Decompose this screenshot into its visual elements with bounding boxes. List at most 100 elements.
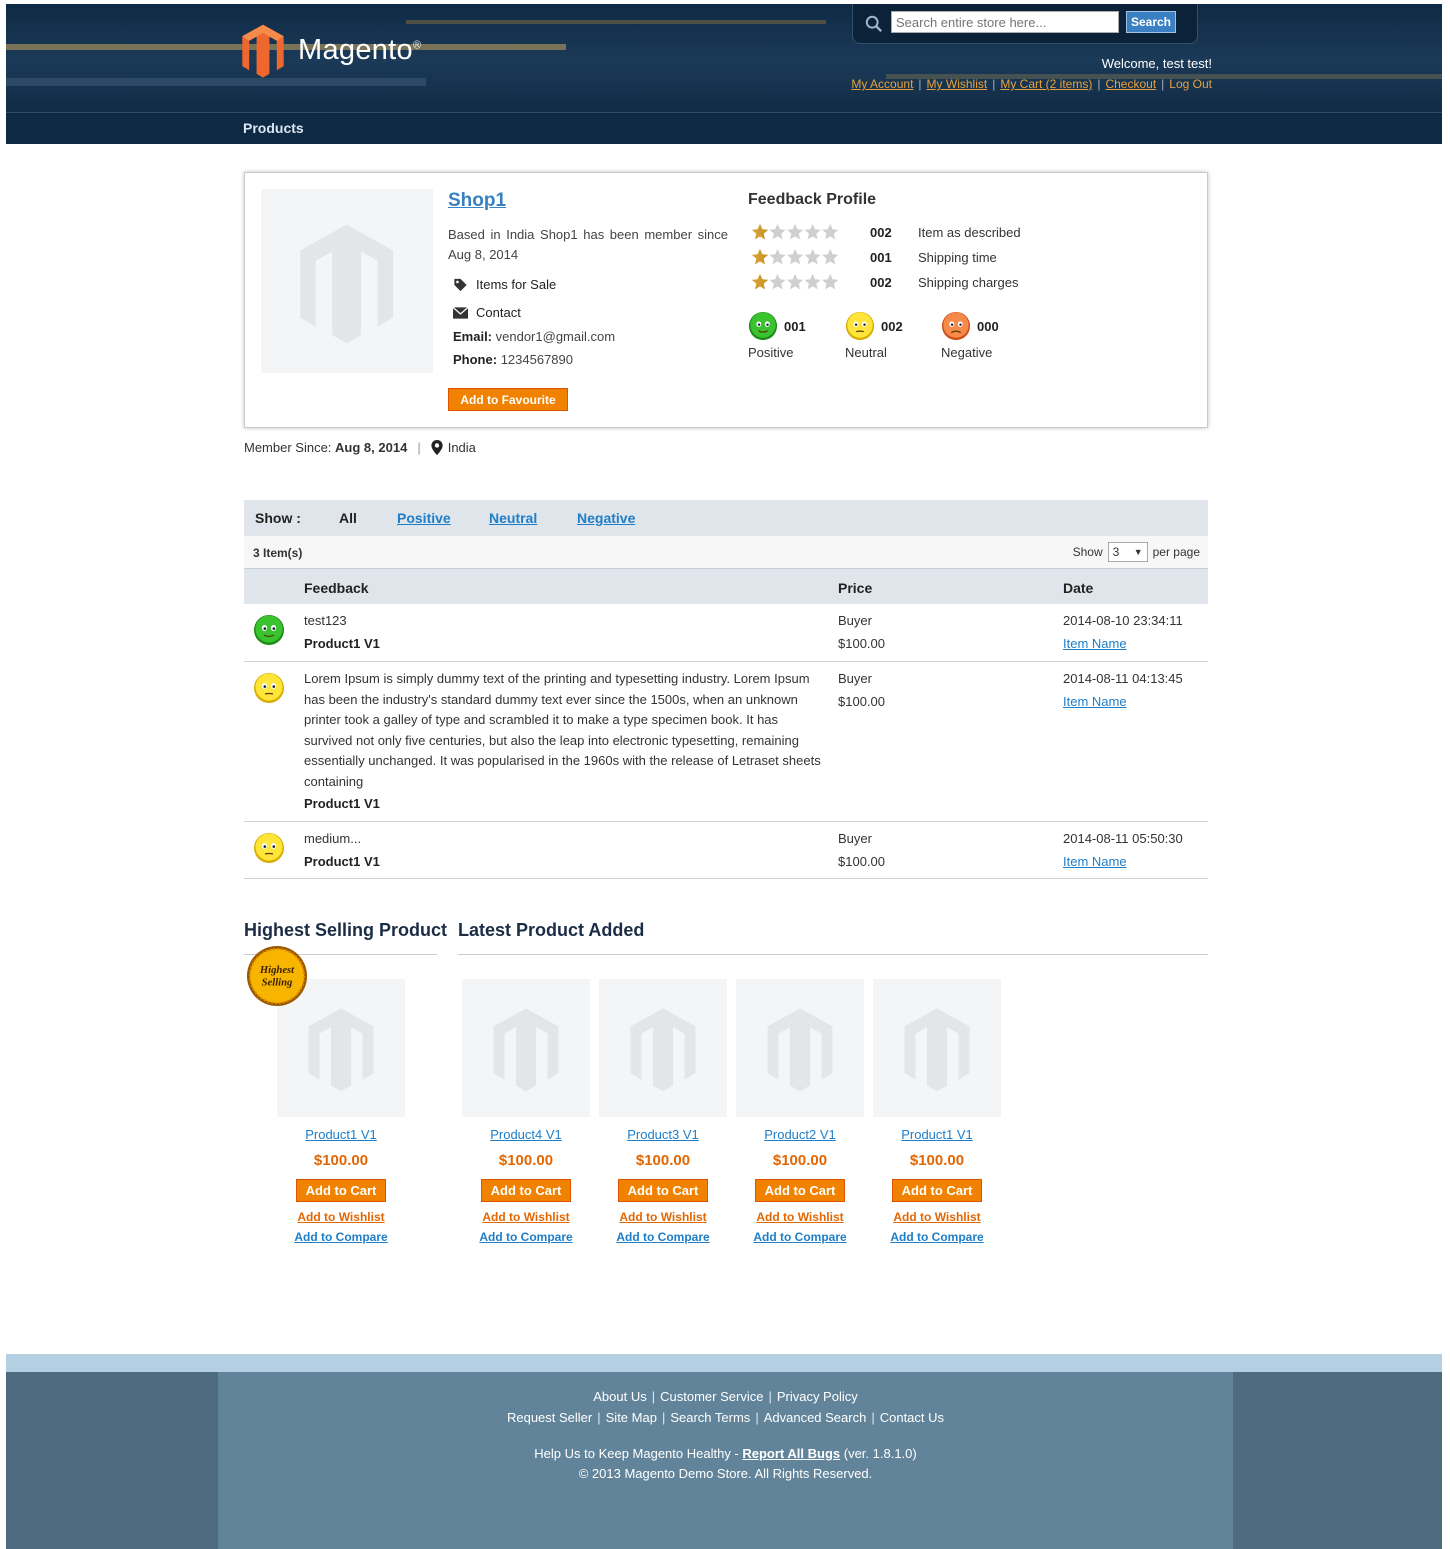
footer-link[interactable]: Advanced Search <box>764 1410 867 1425</box>
feedback-price: Buyer $100.00 <box>838 667 885 713</box>
rating-row: 002 Item as described <box>748 223 1021 241</box>
rating-row: 001 Shipping time <box>748 248 997 266</box>
neutral-face-icon <box>254 673 284 703</box>
logo-text: Magento® <box>298 33 422 66</box>
product-name-link[interactable]: Product1 V1 <box>873 1127 1001 1142</box>
add-to-compare-link[interactable]: Add to Compare <box>736 1230 864 1244</box>
item-name-link[interactable]: Item Name <box>1063 636 1127 651</box>
per-page-value: 3 <box>1112 545 1120 559</box>
product-price: $100.00 <box>635 1152 691 1169</box>
logo[interactable]: Magento® <box>240 22 421 78</box>
star-icon <box>787 223 804 240</box>
product-name-link[interactable]: Product3 V1 <box>599 1127 727 1142</box>
star-rating <box>751 223 839 240</box>
product-image[interactable] <box>462 979 590 1117</box>
footer-links-row1: About Us | Customer Service | Privacy Policy <box>593 1389 858 1404</box>
feedback-date-value: 2014-08-11 05:50:30 <box>1063 831 1183 846</box>
add-to-wishlist-link[interactable]: Add to Wishlist <box>277 1210 405 1224</box>
product-name-link[interactable]: Product1 V1 <box>277 1127 405 1142</box>
items-for-sale-link[interactable]: Items for Sale <box>453 277 556 292</box>
per-page-show-label: Show <box>1072 545 1103 559</box>
add-to-compare-link[interactable]: Add to Compare <box>277 1230 405 1244</box>
product-price: $100.00 <box>498 1152 554 1169</box>
feedback-summary-negative: 000 Negative <box>941 311 1031 360</box>
log-out-link[interactable]: Log Out <box>1169 77 1212 91</box>
nav-bar <box>6 112 1442 144</box>
happy-face-icon <box>254 615 284 645</box>
add-to-wishlist-link[interactable]: Add to Wishlist <box>873 1210 1001 1224</box>
shop-name-link[interactable]: Shop1 <box>448 190 506 212</box>
member-since: Member Since: Aug 8, 2014 | India <box>244 440 476 455</box>
feedback-comment: test123 <box>304 613 347 628</box>
report-bugs-link[interactable]: Report All Bugs <box>742 1446 840 1461</box>
feedback-price-value: $100.00 <box>838 636 885 651</box>
location-pin-icon <box>431 440 443 455</box>
add-to-compare-link[interactable]: Add to Compare <box>599 1230 727 1244</box>
add-to-cart-button[interactable]: Add to Cart <box>296 1179 386 1202</box>
add-to-wishlist-link[interactable]: Add to Wishlist <box>599 1210 727 1224</box>
shop-description: Based in India Shop1 has been member sin… <box>448 227 728 262</box>
footer-link[interactable]: Customer Service <box>660 1389 763 1404</box>
checkout-link[interactable]: Checkout <box>1105 77 1156 91</box>
filter-all[interactable]: All <box>339 510 357 526</box>
add-to-compare-link[interactable]: Add to Compare <box>873 1230 1001 1244</box>
pager-row: 3 Item(s) Show 3 ▼ per page <box>244 536 1208 568</box>
footer-link[interactable]: About Us <box>593 1389 646 1404</box>
my-cart-link[interactable]: My Cart (2 items) <box>1000 77 1092 91</box>
add-to-favourite-button[interactable]: Add to Favourite <box>448 388 568 411</box>
divider <box>458 954 1208 955</box>
star-icon <box>822 223 839 240</box>
account-links: My Account | My Wishlist | My Cart (2 items)… <box>851 77 1212 91</box>
star-fill-icon <box>751 223 769 240</box>
add-to-cart-button[interactable]: Add to Cart <box>481 1179 571 1202</box>
product-name-link[interactable]: Product2 V1 <box>736 1127 864 1142</box>
product-image[interactable] <box>599 979 727 1117</box>
shop-phone: Phone: 1234567890 <box>453 352 573 367</box>
add-to-wishlist-link[interactable]: Add to Wishlist <box>462 1210 590 1224</box>
latest-product-title: Latest Product Added <box>458 920 645 940</box>
filter-positive[interactable]: Positive <box>397 510 451 526</box>
search-button[interactable]: Search <box>1126 11 1176 33</box>
add-to-compare-link[interactable]: Add to Compare <box>462 1230 590 1244</box>
per-page-label: per page <box>1152 545 1200 559</box>
item-name-link[interactable]: Item Name <box>1063 854 1127 869</box>
highest-selling-badge: Highest Selling <box>246 945 308 1007</box>
feedback-role: Buyer <box>838 831 872 846</box>
badge-line2: Selling <box>262 978 293 989</box>
add-to-cart-button[interactable]: Add to Cart <box>618 1179 708 1202</box>
add-to-cart-button[interactable]: Add to Cart <box>755 1179 845 1202</box>
product-image[interactable] <box>873 979 1001 1117</box>
product-price: $100.00 <box>909 1152 965 1169</box>
feedback-date-value: 2014-08-11 04:13:45 <box>1063 671 1183 686</box>
footer-link[interactable]: Search Terms <box>670 1410 750 1425</box>
add-to-wishlist-link[interactable]: Add to Wishlist <box>736 1210 864 1224</box>
summary-label: Negative <box>941 345 993 360</box>
rating-label: Item as described <box>918 224 1021 240</box>
per-page-select[interactable]: 3 ▼ <box>1107 542 1148 562</box>
search-form: Search <box>852 4 1198 44</box>
my-wishlist-link[interactable]: My Wishlist <box>927 77 988 91</box>
search-input[interactable] <box>891 11 1119 33</box>
contact-link[interactable]: Contact <box>453 305 521 320</box>
star-icon <box>804 273 821 290</box>
my-account-link[interactable]: My Account <box>851 77 913 91</box>
filter-negative[interactable]: Negative <box>577 510 635 526</box>
rating-label: Shipping time <box>918 249 997 265</box>
footer-link[interactable]: Contact Us <box>880 1410 944 1425</box>
nav-item-products[interactable]: Products <box>243 120 304 136</box>
add-to-cart-button[interactable]: Add to Cart <box>892 1179 982 1202</box>
magento-placeholder-icon <box>305 1003 377 1093</box>
feedback-date-value: 2014-08-10 23:34:11 <box>1063 613 1183 628</box>
per-page-control: Show 3 ▼ per page <box>1073 542 1200 562</box>
sad-face-icon <box>941 311 971 341</box>
product-image[interactable] <box>736 979 864 1117</box>
feedback-profile-title: Feedback Profile <box>748 191 877 208</box>
filter-neutral[interactable]: Neutral <box>489 510 537 526</box>
footer-link[interactable]: Request Seller <box>507 1410 592 1425</box>
item-name-link[interactable]: Item Name <box>1063 694 1127 709</box>
header-price: Price <box>838 580 873 596</box>
feedback-table-header: Feedback Price Date <box>244 568 1208 604</box>
footer-link[interactable]: Site Map <box>606 1410 657 1425</box>
product-name-link[interactable]: Product4 V1 <box>462 1127 590 1142</box>
footer-link[interactable]: Privacy Policy <box>777 1389 858 1404</box>
